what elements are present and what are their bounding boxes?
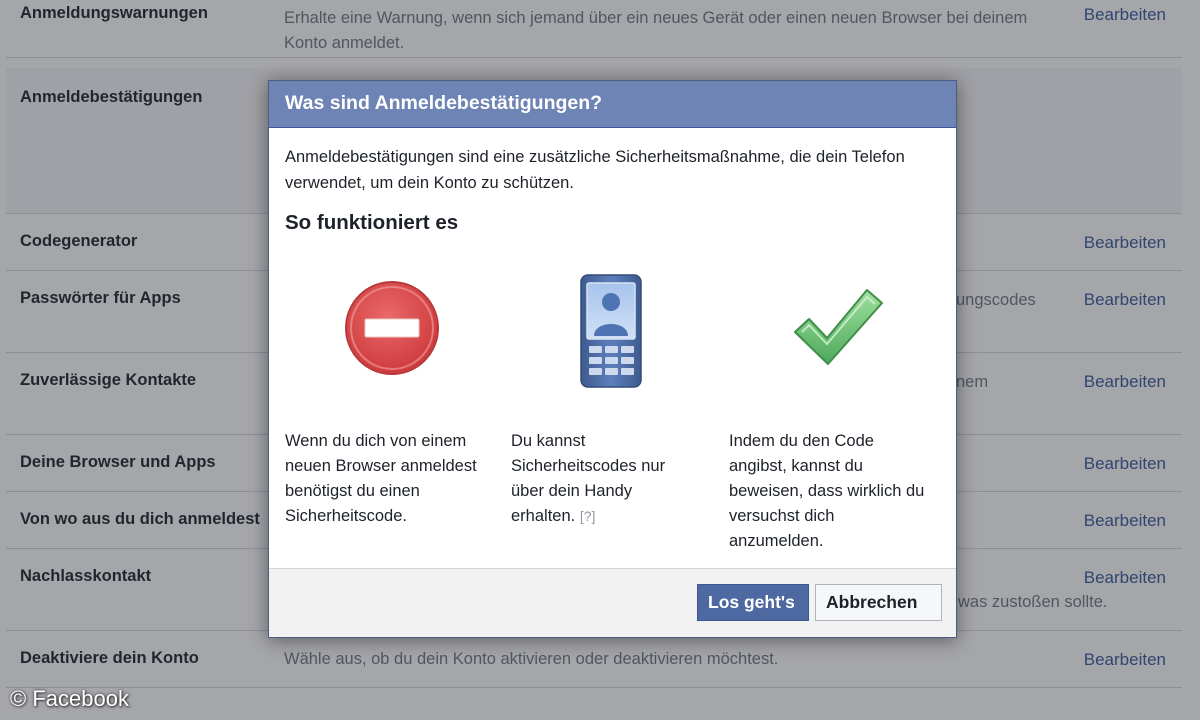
cancel-button[interactable]: Abbrechen: [815, 584, 942, 621]
phone-icon: [580, 274, 642, 388]
dialog-footer: Los geht's Abbrechen: [269, 568, 956, 637]
dialog-title: Was sind Anmeldebestätigungen?: [285, 92, 603, 114]
checkmark-icon: [791, 286, 885, 368]
step-text-3: Indem du den Code angibst, kannst du bew…: [729, 432, 925, 550]
dialog-intro-text: Anmeldebestätigungen sind eine zusätzlic…: [285, 148, 905, 192]
step-text-2: Du kannst Sicherheitscodes nur über dein…: [511, 429, 696, 529]
login-approvals-dialog: Was sind Anmeldebestätigungen? Anmeldebe…: [268, 80, 957, 638]
copyright-watermark: © Facebook: [10, 686, 129, 711]
stop-icon: [343, 279, 441, 377]
get-started-button[interactable]: Los geht's: [697, 584, 809, 621]
help-link[interactable]: [?]: [580, 508, 596, 524]
dialog-subtitle: So funktioniert es: [285, 211, 459, 234]
dialog-header: Was sind Anmeldebestätigungen?: [269, 81, 956, 128]
step-text-1: Wenn du dich von einem neuen Browser anm…: [285, 432, 477, 525]
